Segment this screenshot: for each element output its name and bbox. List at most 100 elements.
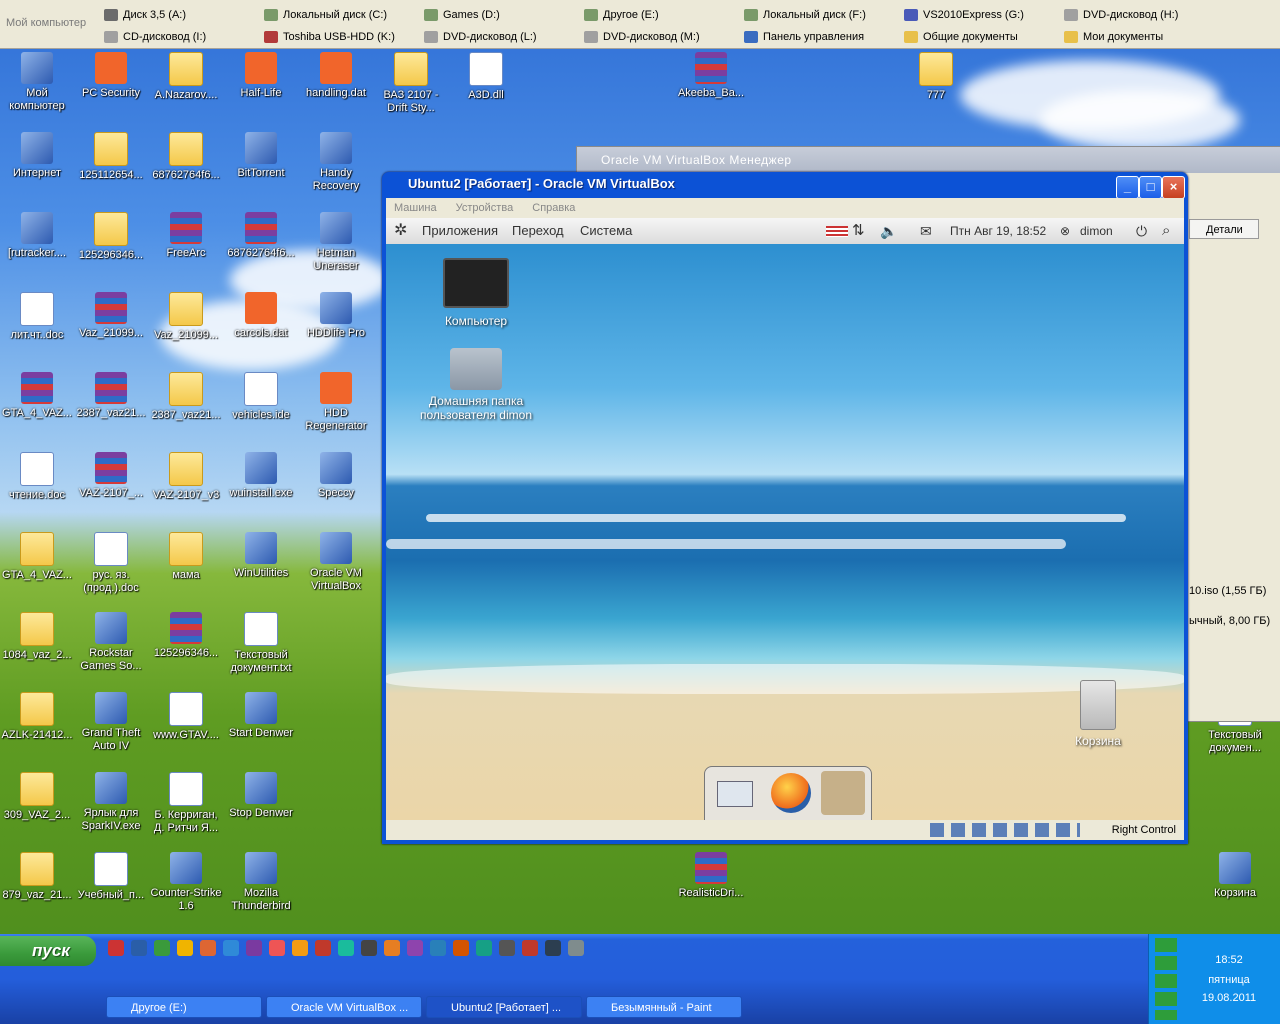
desktop-icon[interactable]: мама — [149, 532, 223, 582]
quick-launch-icon[interactable] — [499, 940, 515, 956]
menu-machine[interactable]: Машина — [386, 198, 445, 218]
drive-item[interactable]: Другое (E:) — [584, 6, 659, 24]
mail-icon[interactable]: ✉ — [920, 218, 932, 244]
desktop-icon[interactable]: Текстовый документ.txt — [224, 612, 298, 675]
drive-item[interactable]: DVD-дисковод (M:) — [584, 28, 700, 46]
desktop-icon[interactable]: 2387_vaz21... — [74, 372, 148, 420]
user-status-icon[interactable]: ⊗ — [1060, 218, 1070, 244]
desktop-icon[interactable]: Vaz_21099... — [74, 292, 148, 340]
desktop-icon[interactable]: Мой компьютер — [0, 52, 74, 113]
window-list-icon[interactable] — [717, 781, 753, 807]
desktop-icon[interactable]: Rockstar Games So... — [74, 612, 148, 673]
menu-help[interactable]: Справка — [524, 198, 583, 218]
menu-devices[interactable]: Устройства — [448, 198, 522, 218]
desktop-icon[interactable]: Mozilla Thunderbird — [224, 852, 298, 913]
desktop-icon[interactable]: 68762764f6... — [224, 212, 298, 260]
desktop-icon[interactable]: GTA_4_VAZ... — [0, 372, 74, 420]
computer-desktop-icon[interactable]: Компьютер — [426, 258, 526, 328]
trash-desktop-icon[interactable]: Корзина — [1058, 680, 1138, 748]
quick-launch-icon[interactable] — [177, 940, 193, 956]
desktop-icon[interactable]: чтение.doc — [0, 452, 74, 502]
quick-launch-icon[interactable] — [361, 940, 377, 956]
desktop-icon[interactable]: Корзина — [1198, 852, 1272, 900]
quick-launch-icon[interactable] — [200, 940, 216, 956]
quick-launch-icon[interactable] — [223, 940, 239, 956]
task-ubuntu-vm[interactable]: Ubuntu2 [Работает] ... — [426, 996, 582, 1018]
start-button[interactable]: пуск — [0, 936, 96, 966]
desktop-icon[interactable]: 125112654... — [74, 132, 148, 182]
desktop-icon[interactable]: handling.dat — [299, 52, 373, 100]
desktop-icon[interactable]: Учебный_п... — [74, 852, 148, 902]
desktop-icon[interactable]: Vaz_21099... — [149, 292, 223, 342]
menu-system[interactable]: Система — [580, 218, 632, 244]
desktop-icon[interactable]: 777 — [899, 52, 973, 102]
drive-item[interactable]: DVD-дисковод (L:) — [424, 28, 537, 46]
desktop-icon[interactable]: 309_VAZ_2... — [0, 772, 74, 822]
virtualbox-vm-window[interactable]: Ubuntu2 [Работает] - Oracle VM VirtualBo… — [382, 172, 1188, 844]
drive-item[interactable]: Общие документы — [904, 28, 1018, 46]
desktop-icon[interactable]: Handy Recovery — [299, 132, 373, 193]
desktop-icon[interactable]: RealisticDri... — [674, 852, 748, 900]
home-files-icon[interactable] — [821, 771, 865, 815]
drive-item[interactable]: Диск 3,5 (A:) — [104, 6, 186, 24]
maximize-button[interactable]: □ — [1139, 176, 1162, 199]
desktop-icon[interactable]: Speccy — [299, 452, 373, 500]
quick-launch-icon[interactable] — [522, 940, 538, 956]
desktop-icon[interactable]: Б. Керриган, Д. Ритчи Я... — [149, 772, 223, 835]
task-other-drive[interactable]: Другое (E:) — [106, 996, 262, 1018]
desktop-icon[interactable]: A3D.dll — [449, 52, 523, 102]
network-icon[interactable]: ⇅ — [852, 218, 865, 244]
quick-launch-icon[interactable] — [338, 940, 354, 956]
desktop-icon[interactable]: PC Security — [74, 52, 148, 100]
quick-launch-icon[interactable] — [154, 940, 170, 956]
desktop-icon[interactable]: Akeeba_Ba... — [674, 52, 748, 100]
desktop-icon[interactable]: Counter-Strike 1.6 — [149, 852, 223, 913]
quick-launch-icon[interactable] — [246, 940, 262, 956]
drive-item[interactable]: Панель управления — [744, 28, 864, 46]
search-icon[interactable]: ⌕ — [1162, 218, 1170, 244]
clock-time[interactable]: 18:52 — [1181, 954, 1277, 966]
menu-applications[interactable]: Приложения — [422, 218, 498, 244]
desktop-icon[interactable]: VAZ-2107_... — [74, 452, 148, 500]
details-button[interactable]: Детали — [1189, 219, 1259, 239]
desktop-icon[interactable]: 1084_vaz_2... — [0, 612, 74, 662]
desktop-icon[interactable]: Интернет — [0, 132, 74, 180]
desktop-icon[interactable]: FreeArc — [149, 212, 223, 260]
desktop-icon[interactable]: Stop Denwer — [224, 772, 298, 820]
task-paint[interactable]: Безымянный - Paint — [586, 996, 742, 1018]
desktop-icon[interactable]: A.Nazarov.... — [149, 52, 223, 102]
tray-icons[interactable] — [1155, 938, 1177, 1020]
manager-title[interactable]: Oracle VM VirtualBox Менеджер — [577, 147, 1280, 173]
desktop-icon[interactable]: WinUtilities — [224, 532, 298, 580]
task-virtualbox-manager[interactable]: Oracle VM VirtualBox ... — [266, 996, 422, 1018]
quick-launch-icon[interactable] — [407, 940, 423, 956]
desktop-icon[interactable]: HDD Regenerator — [299, 372, 373, 433]
desktop-icon[interactable]: GTA_4_VAZ... — [0, 532, 74, 582]
home-folder-desktop-icon[interactable]: Домашняя папка пользователя dimon — [412, 348, 540, 422]
quick-launch-icon[interactable] — [476, 940, 492, 956]
clock[interactable]: Птн Авг 19, 18:52 — [950, 218, 1046, 244]
drive-item[interactable]: Games (D:) — [424, 6, 500, 24]
drive-item[interactable]: VS2010Express (G:) — [904, 6, 1024, 24]
quick-launch-icon[interactable] — [545, 940, 561, 956]
quick-launch-icon[interactable] — [315, 940, 331, 956]
desktop-icon[interactable]: Oracle VM VirtualBox — [299, 532, 373, 593]
desktop-icon[interactable]: 2387_vaz21... — [149, 372, 223, 422]
quick-launch-icon[interactable] — [453, 940, 469, 956]
drive-item[interactable]: Локальный диск (C:) — [264, 6, 387, 24]
desktop-icon[interactable]: Half-Life — [224, 52, 298, 100]
desktop-icon[interactable]: Grand Theft Auto IV — [74, 692, 148, 753]
firefox-icon[interactable] — [771, 773, 811, 813]
desktop-icon[interactable]: лит.чт..doc — [0, 292, 74, 342]
drive-item[interactable]: Локальный диск (F:) — [744, 6, 866, 24]
quick-launch-icon[interactable] — [131, 940, 147, 956]
drive-item[interactable]: CD-дисковод (I:) — [104, 28, 206, 46]
desktop-icon[interactable]: Hetman Uneraser — [299, 212, 373, 273]
desktop-icon[interactable]: VAZ-2107_v3 — [149, 452, 223, 502]
desktop-icon[interactable]: 68762764f6... — [149, 132, 223, 182]
drive-item[interactable]: DVD-дисковод (H:) — [1064, 6, 1178, 24]
quick-launch-icon[interactable] — [568, 940, 584, 956]
desktop-icon[interactable]: [rutracker.... — [0, 212, 74, 260]
desktop-icon[interactable]: 125296346... — [74, 212, 148, 262]
desktop-icon[interactable]: carcols.dat — [224, 292, 298, 340]
